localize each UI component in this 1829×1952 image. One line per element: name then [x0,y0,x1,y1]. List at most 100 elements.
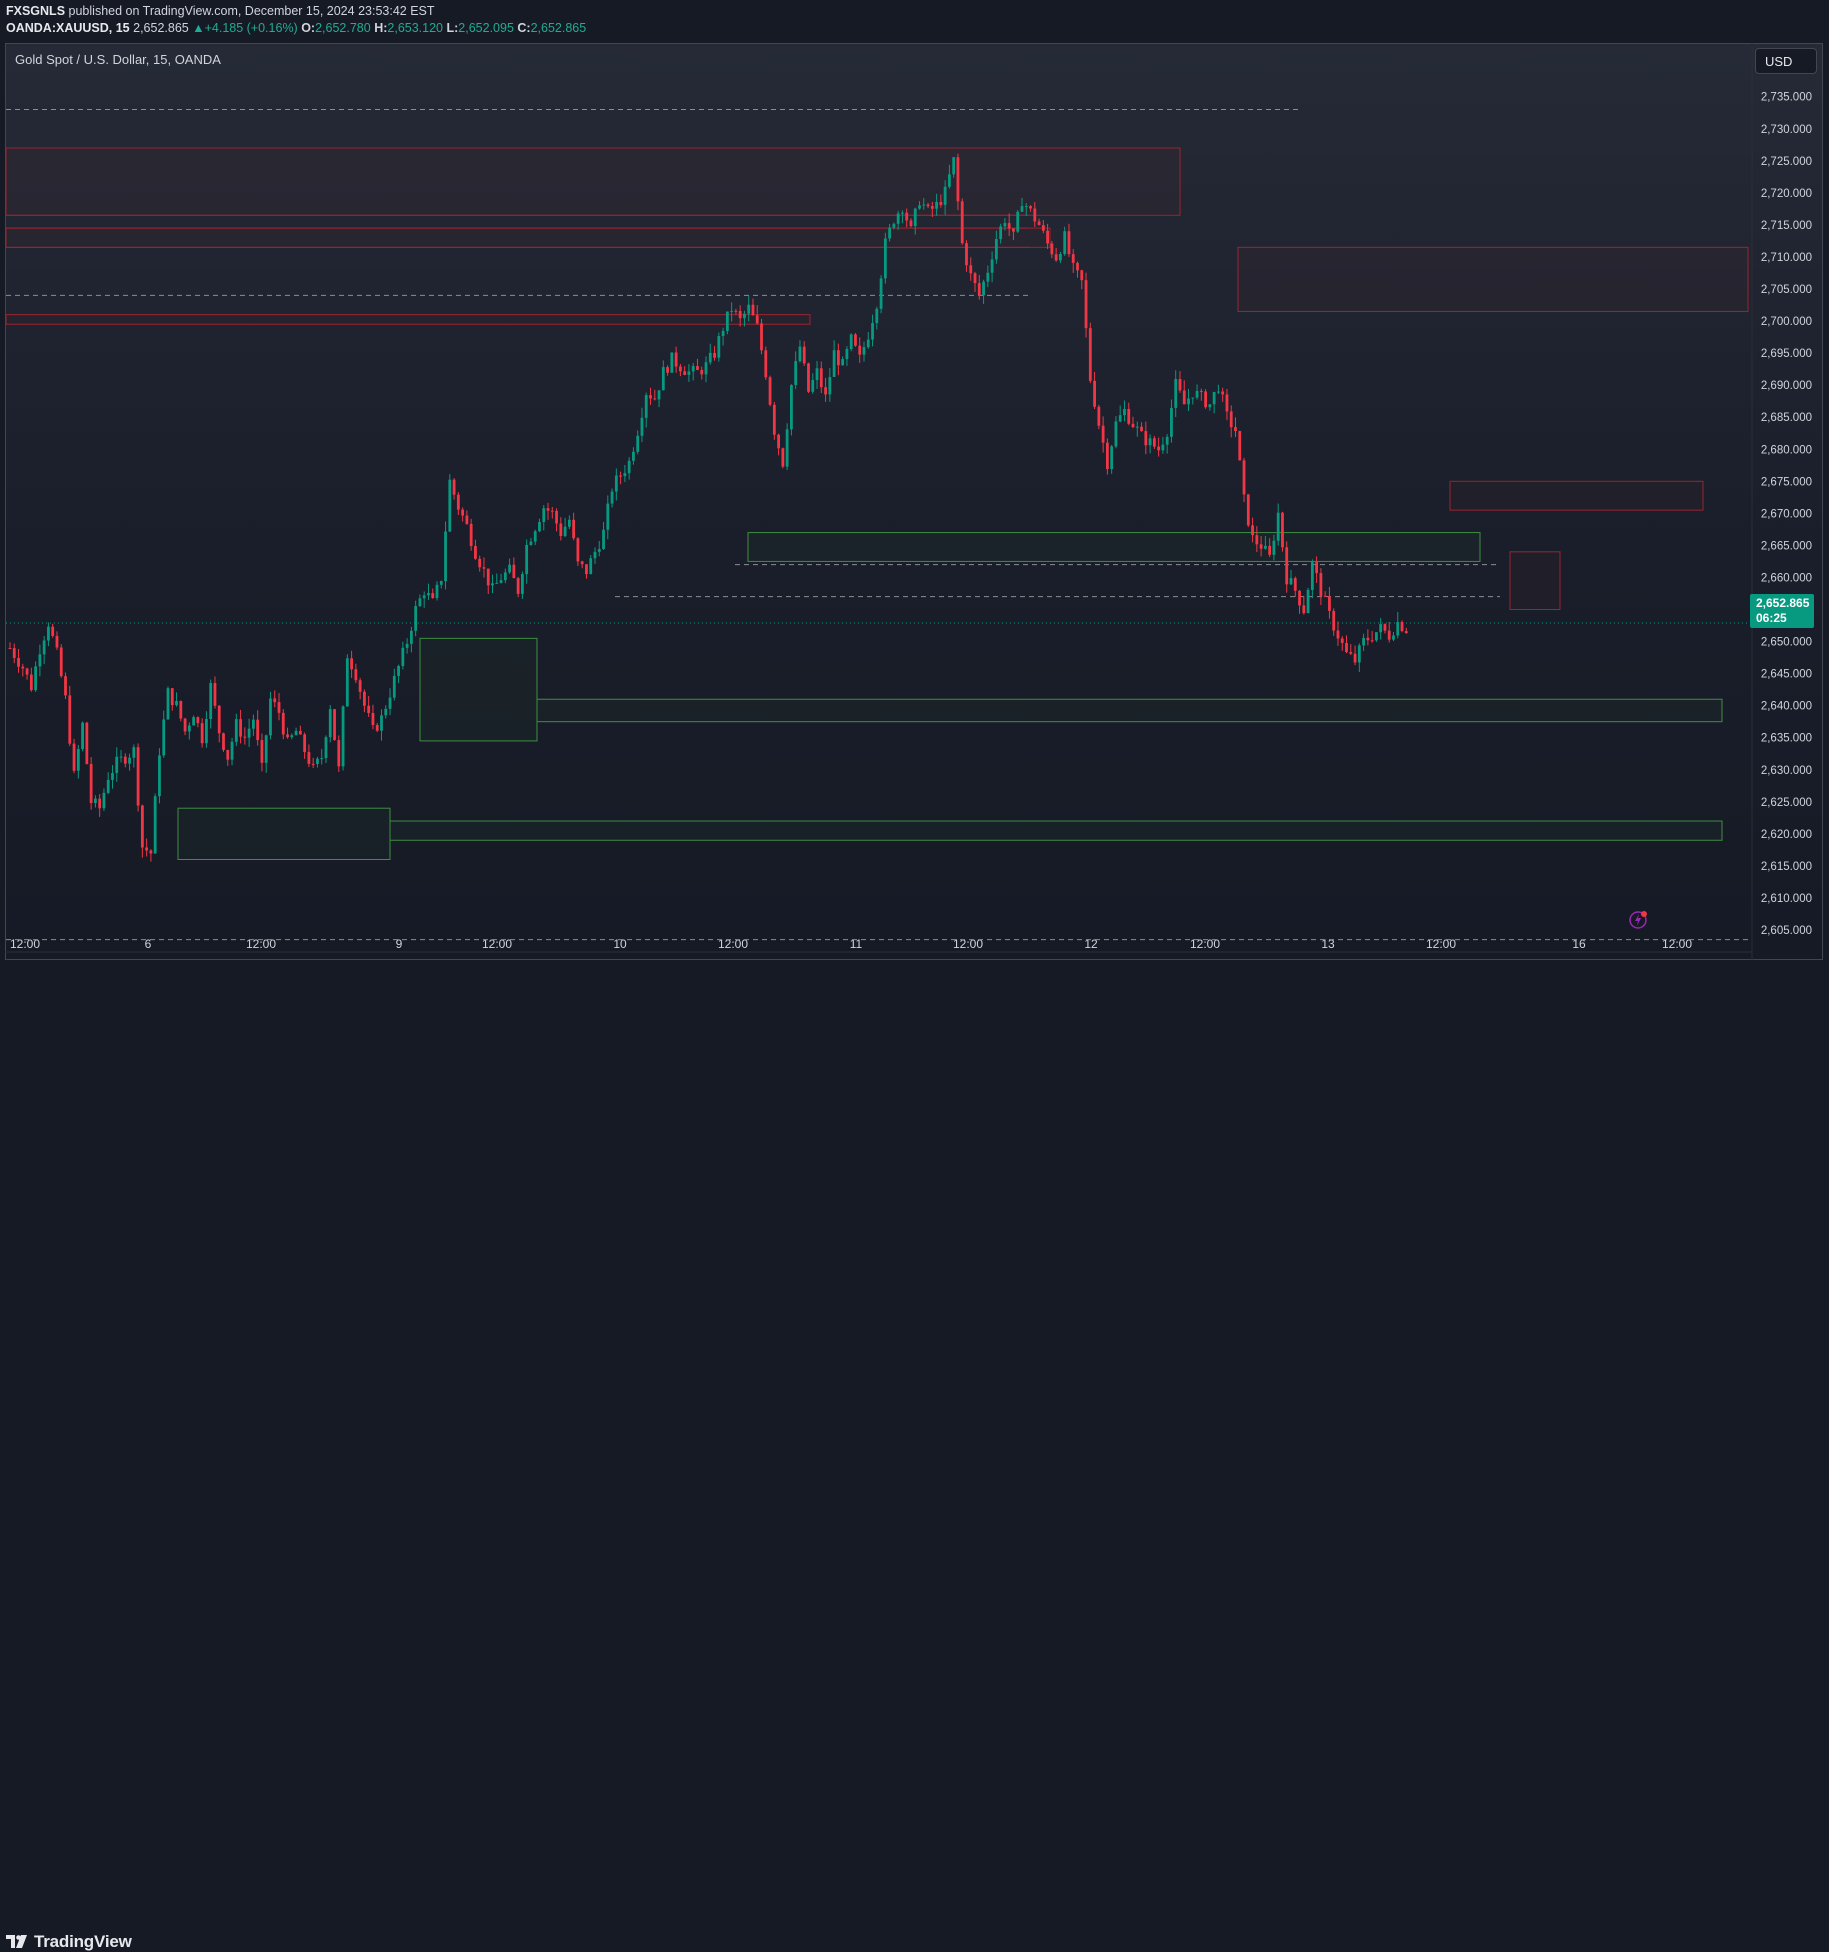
candle-body [175,700,178,706]
y-tick-label: 2,695.000 [1761,348,1812,360]
tradingview-logo[interactable]: TradingView [6,1932,132,1952]
candle-body [683,371,687,375]
candle-body [1114,421,1118,447]
candle-body [1263,545,1267,549]
candle-body [1383,624,1387,631]
candle-body [316,758,319,765]
y-tick-label: 2,685.000 [1761,412,1812,424]
candle-body [1217,391,1220,393]
x-tick-label: 12:00 [246,937,276,951]
candle-body [140,805,144,848]
candle-body [627,460,631,474]
candle-body [1135,426,1139,428]
candle-body [772,404,776,435]
candle-body [529,541,533,545]
candle-body [439,581,443,585]
candle-body [132,747,136,758]
candle-body [892,223,896,228]
candle-body [1076,262,1079,271]
candle-body [708,352,712,363]
candle-body [1067,231,1071,255]
candle-body [1118,415,1122,422]
y-tick-label: 2,675.000 [1761,476,1812,488]
candle-body [785,429,789,467]
candle-body [512,564,516,579]
candle-body [64,676,67,696]
x-tick-label: 12:00 [482,937,512,951]
last-price-tag-value: 2,652.865 [1756,596,1810,610]
candle-body [653,398,657,400]
candle-body [1281,512,1284,548]
candle-body [145,847,149,851]
candle-body [849,334,853,350]
candle-body [1234,427,1237,432]
candle-body [85,722,89,765]
lightning-alert-icon[interactable] [1628,908,1650,935]
candle-body [1306,589,1310,614]
candle-body [226,749,230,760]
candle-body [1366,637,1370,641]
currency-button[interactable]: USD [1755,48,1817,74]
candle-body [1012,228,1015,232]
candle-body [1195,390,1199,398]
y-tick-label: 2,680.000 [1761,444,1812,456]
candle-body [1165,436,1169,445]
candle-body [444,531,447,582]
candle-body [666,367,669,373]
candle-body [29,674,33,691]
price-chart[interactable]: 2,605.000 2,610.000 2,615.000 2,620.000 2,62… [0,0,1829,996]
candle-body [1046,230,1050,244]
candle-body [499,580,503,583]
candle-body [1020,206,1024,212]
candle-body [670,352,674,373]
candle-body [755,315,759,324]
candle-body [1340,638,1344,643]
candle-body [1123,408,1126,416]
candle-body [580,561,584,565]
candle-body [38,654,42,667]
candle-body [943,186,947,205]
chart-title: Gold Spot / U.S. Dollar, 15, OANDA [15,52,221,67]
candle-body [725,311,729,331]
candle-body [649,395,652,399]
candle-body [448,479,452,532]
candle-body [990,259,994,273]
candle-body [952,157,956,175]
candle-body [1101,425,1105,443]
candle-body [298,730,302,735]
candle-body [179,700,183,719]
candle-body [730,310,734,312]
y-tick-label: 2,725.000 [1761,156,1812,168]
candle-body [824,387,827,395]
candle-body [781,448,785,467]
y-tick-label: 2,625.000 [1761,797,1812,809]
candle-body [354,669,358,681]
candle-body [1315,562,1319,574]
candle-body [1289,578,1293,585]
candle-body [533,531,537,542]
candle-body [965,243,968,266]
candle-body [1170,407,1173,437]
candle-body [854,334,857,346]
candle-body [994,239,998,260]
candle-body [661,367,665,391]
candle-body [602,529,605,550]
candle-body [657,390,661,400]
candle-body [290,735,294,738]
candle-body [1003,223,1007,227]
candle-body [461,509,465,516]
candle-body [1379,624,1383,633]
y-tick-label: 2,635.000 [1761,733,1812,745]
candle-body [567,519,571,527]
candle-body [1161,444,1165,451]
candle-body [98,798,102,809]
y-tick-label: 2,720.000 [1761,188,1812,200]
candle-body [764,350,768,378]
candle-body [1345,642,1348,653]
candle-body [392,675,396,698]
candle-body [328,709,332,738]
candle-body [286,734,289,738]
candle-body [798,346,802,362]
candle-body [1362,637,1365,646]
candle-body [841,359,845,366]
